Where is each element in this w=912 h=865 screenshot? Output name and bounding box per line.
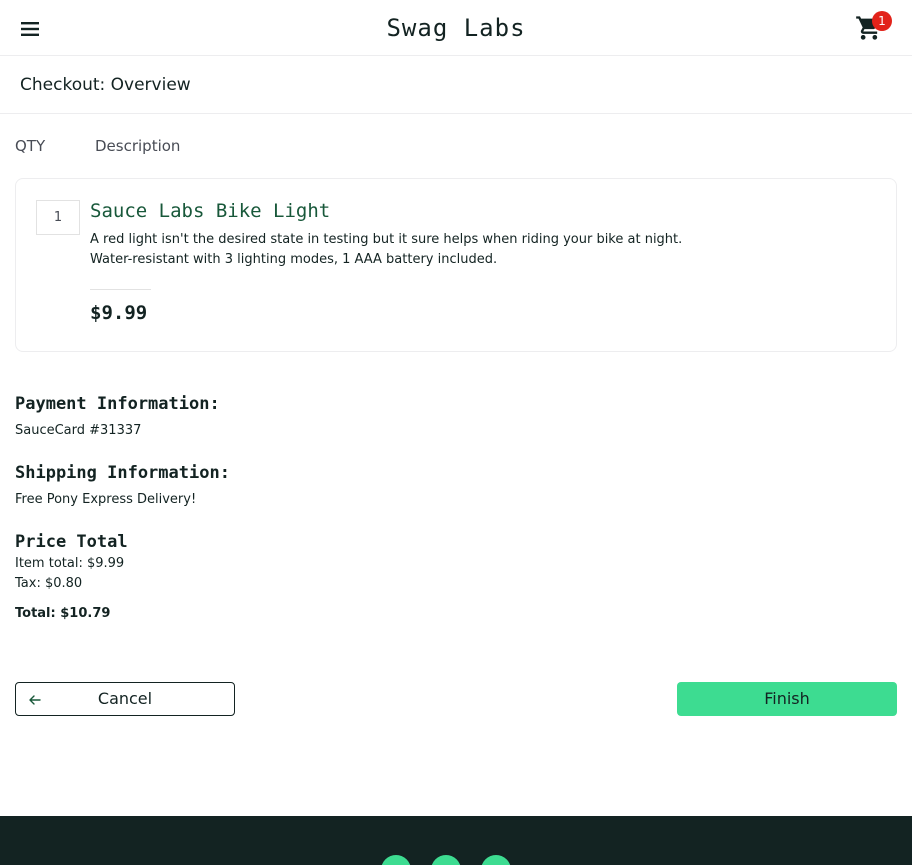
cart-badge: 1 bbox=[872, 11, 892, 31]
cart-item: 1 Sauce Labs Bike Light A red light isn'… bbox=[15, 178, 897, 352]
item-description-line: Water-resistant with 3 lighting modes, 1… bbox=[90, 252, 498, 267]
finish-button[interactable]: Finish bbox=[677, 682, 897, 716]
qty-column-label: QTY bbox=[15, 137, 46, 155]
price-total-label: Price Total bbox=[15, 532, 128, 552]
item-description: A red light isn't the desired state in t… bbox=[90, 230, 850, 270]
cancel-button-label: Cancel bbox=[97, 689, 153, 708]
facebook-icon[interactable] bbox=[431, 855, 461, 865]
cancel-button[interactable]: Cancel bbox=[15, 682, 235, 716]
payment-info-value: SauceCard #31337 bbox=[15, 423, 142, 438]
grand-total: Total: $10.79 bbox=[15, 606, 111, 621]
secondary-header: Checkout: Overview bbox=[0, 56, 912, 114]
item-quantity: 1 bbox=[36, 200, 80, 235]
item-total: Item total: $9.99 bbox=[15, 556, 125, 571]
item-description-line: A red light isn't the desired state in t… bbox=[90, 232, 683, 247]
app-logo: Swag Labs bbox=[386, 14, 526, 42]
twitter-icon[interactable] bbox=[381, 855, 411, 865]
item-price: $9.99 bbox=[90, 302, 148, 324]
linkedin-icon[interactable] bbox=[481, 855, 511, 865]
primary-header: Swag Labs 1 bbox=[0, 0, 912, 56]
finish-button-label: Finish bbox=[764, 689, 810, 708]
payment-info-label: Payment Information: bbox=[15, 394, 220, 414]
item-name-link[interactable]: Sauce Labs Bike Light bbox=[90, 198, 330, 224]
footer bbox=[0, 816, 912, 865]
tax-total: Tax: $0.80 bbox=[15, 576, 83, 591]
description-column-label: Description bbox=[95, 137, 181, 155]
shipping-info-label: Shipping Information: bbox=[15, 463, 230, 483]
shipping-info-value: Free Pony Express Delivery! bbox=[15, 492, 197, 507]
page-title: Checkout: Overview bbox=[20, 75, 191, 95]
price-divider bbox=[90, 289, 151, 290]
